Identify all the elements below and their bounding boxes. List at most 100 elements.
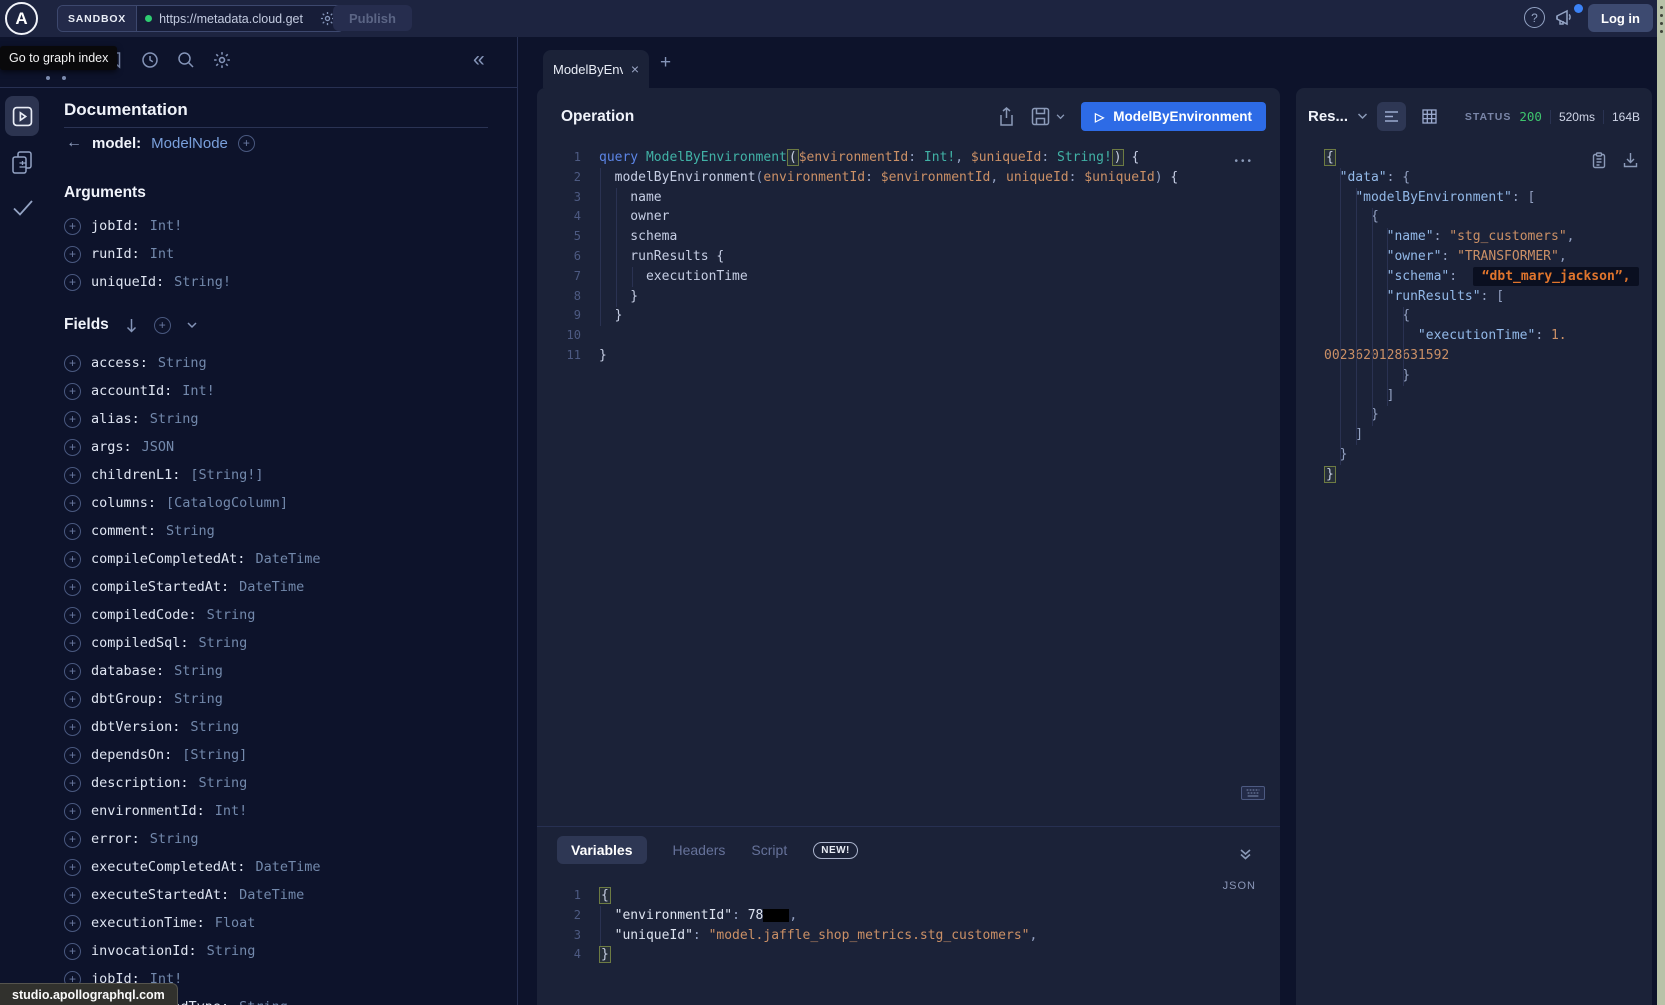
doc-field-row[interactable]: +alias:String	[64, 405, 517, 433]
add-to-query-icon[interactable]: +	[64, 523, 81, 540]
doc-field-row[interactable]: +dbtVersion:String	[64, 713, 517, 741]
doc-field-row[interactable]: +uniqueId:String!	[64, 268, 517, 296]
add-to-query-icon[interactable]: +	[64, 915, 81, 932]
field-type[interactable]: String	[150, 831, 199, 847]
variables-code-editor[interactable]: 1{2 "environmentId": 78,3 "uniqueId": "m…	[537, 886, 1280, 965]
field-type[interactable]: DateTime	[255, 551, 320, 567]
announcements-megaphone-icon[interactable]	[1554, 8, 1576, 28]
help-icon[interactable]: ?	[1524, 7, 1545, 28]
collapse-variables-icon[interactable]	[1239, 848, 1252, 861]
add-to-query-icon[interactable]: +	[64, 943, 81, 960]
endpoint-url-field[interactable]: https://metadata.cloud.get	[137, 6, 343, 31]
search-icon[interactable]	[177, 51, 195, 69]
field-type[interactable]: DateTime	[239, 579, 304, 595]
field-type[interactable]: String	[158, 355, 207, 371]
collapse-docs-icon[interactable]: «	[473, 48, 485, 72]
sidebar-item-checks[interactable]	[12, 199, 34, 217]
doc-field-row[interactable]: +jobId:Int!	[64, 212, 517, 240]
add-to-query-icon[interactable]: +	[64, 218, 81, 235]
field-type[interactable]: DateTime	[239, 887, 304, 903]
back-arrow-icon[interactable]: ←	[66, 134, 82, 152]
add-to-query-icon[interactable]: +	[64, 859, 81, 876]
add-to-query-icon[interactable]: +	[64, 246, 81, 263]
doc-field-row[interactable]: +compiledCode:String	[64, 601, 517, 629]
doc-field-row[interactable]: +compiledSql:String	[64, 629, 517, 657]
add-to-query-icon[interactable]: +	[64, 495, 81, 512]
add-to-query-icon[interactable]: +	[64, 831, 81, 848]
add-to-query-icon[interactable]: +	[64, 467, 81, 484]
doc-field-row[interactable]: +dependsOn:[String]	[64, 741, 517, 769]
doc-field-row[interactable]: +invocationId:String	[64, 937, 517, 965]
response-json-view-button[interactable]	[1377, 102, 1406, 131]
settings-gear-icon[interactable]	[213, 51, 231, 69]
apollo-logo-icon[interactable]: A	[5, 2, 38, 35]
field-type[interactable]: Int!	[182, 383, 215, 399]
doc-field-row[interactable]: +executionTime:Float	[64, 909, 517, 937]
doc-field-row[interactable]: +compileStartedAt:DateTime	[64, 573, 517, 601]
doc-field-row[interactable]: +dbtGroup:String	[64, 685, 517, 713]
add-to-query-icon[interactable]: +	[64, 411, 81, 428]
field-type[interactable]: String	[190, 719, 239, 735]
field-type[interactable]: Int!	[150, 218, 183, 234]
field-type[interactable]: String	[199, 775, 248, 791]
add-to-query-icon[interactable]: +	[64, 775, 81, 792]
field-type[interactable]: String	[174, 663, 223, 679]
field-type[interactable]: String	[199, 635, 248, 651]
field-type[interactable]: JSON	[142, 439, 175, 455]
endpoint-url[interactable]: https://metadata.cloud.get	[159, 12, 313, 26]
add-to-query-icon[interactable]: +	[64, 887, 81, 904]
save-options-chevron-icon[interactable]	[1056, 114, 1065, 120]
field-type[interactable]: String	[166, 523, 215, 539]
add-to-query-icon[interactable]: +	[64, 747, 81, 764]
close-tab-icon[interactable]: ×	[631, 61, 639, 77]
doc-field-row[interactable]: +childrenL1:[String!]	[64, 461, 517, 489]
field-type[interactable]: DateTime	[255, 859, 320, 875]
field-type[interactable]: [CatalogColumn]	[166, 495, 288, 511]
field-type[interactable]: String	[207, 607, 256, 623]
field-type[interactable]: Int!	[215, 803, 248, 819]
sidebar-item-explorer[interactable]	[5, 96, 39, 136]
doc-field-row[interactable]: +executeCompletedAt:DateTime	[64, 853, 517, 881]
response-chevron-icon[interactable]	[1357, 113, 1368, 120]
field-type[interactable]: [String!]	[190, 467, 263, 483]
add-to-query-icon[interactable]: +	[64, 579, 81, 596]
field-type[interactable]: String	[150, 411, 199, 427]
add-all-fields-icon[interactable]: +	[154, 317, 171, 334]
field-type[interactable]: String	[207, 943, 256, 959]
doc-field-row[interactable]: +columns:[CatalogColumn]	[64, 489, 517, 517]
add-to-query-icon[interactable]: +	[64, 355, 81, 372]
add-to-query-icon[interactable]: +	[64, 383, 81, 400]
sidebar-item-schema-diff[interactable]	[11, 150, 34, 176]
operation-code-editor[interactable]: 1query ModelByEnvironment($environmentId…	[537, 148, 1280, 366]
save-operation-icon[interactable]	[1031, 107, 1050, 126]
response-table-view-button[interactable]	[1415, 102, 1444, 131]
add-to-query-icon[interactable]: +	[64, 607, 81, 624]
response-json-viewer[interactable]: { "data": { "modelByEnvironment": [ { "n…	[1296, 148, 1652, 485]
tab-variables[interactable]: Variables	[557, 836, 647, 864]
window-edge-scrollbar[interactable]	[1657, 0, 1665, 1005]
breadcrumb-type-link[interactable]: ModelNode	[151, 135, 228, 152]
add-to-query-icon[interactable]: +	[64, 439, 81, 456]
history-icon[interactable]	[141, 51, 159, 69]
doc-field-row[interactable]: +accountId:Int!	[64, 377, 517, 405]
doc-field-row[interactable]: +comment:String	[64, 517, 517, 545]
add-to-query-icon[interactable]: +	[64, 719, 81, 736]
add-to-query-icon[interactable]: +	[64, 663, 81, 680]
tab-modelbyenvironment[interactable]: ModelByEnvi... ×	[543, 50, 649, 88]
run-operation-button[interactable]: ▷ ModelByEnvironment	[1081, 102, 1266, 131]
field-type[interactable]: String	[174, 691, 223, 707]
tab-script[interactable]: Script	[751, 842, 787, 858]
doc-field-row[interactable]: +error:String	[64, 825, 517, 853]
share-operation-icon[interactable]	[998, 107, 1015, 127]
add-to-query-icon[interactable]: +	[64, 635, 81, 652]
add-to-query-icon[interactable]: +	[64, 274, 81, 291]
doc-field-row[interactable]: +description:String	[64, 769, 517, 797]
doc-field-row[interactable]: +runId:Int	[64, 240, 517, 268]
doc-field-row[interactable]: +executeStartedAt:DateTime	[64, 881, 517, 909]
doc-field-row[interactable]: +access:String	[64, 349, 517, 377]
add-field-to-query-icon[interactable]: +	[238, 135, 255, 152]
add-to-query-icon[interactable]: +	[64, 691, 81, 708]
add-to-query-icon[interactable]: +	[64, 803, 81, 820]
doc-field-row[interactable]: +environmentId:Int!	[64, 797, 517, 825]
add-tab-icon[interactable]: +	[660, 52, 671, 74]
